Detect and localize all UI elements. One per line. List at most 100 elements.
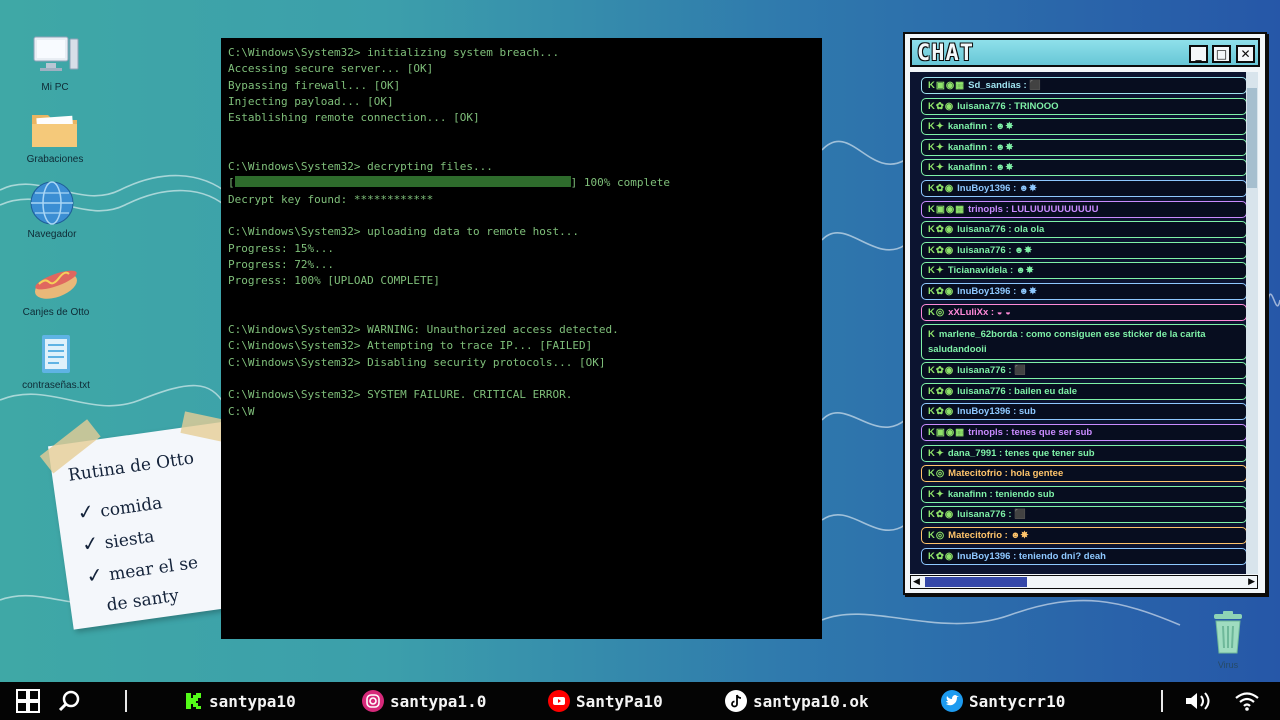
note-item: ✓ comida [75, 493, 164, 525]
chat-username: InuBoy1396 [957, 550, 1011, 562]
chat-message: K◎ Matecitofrio : hola gentee [921, 465, 1247, 483]
desktop-icon-virus[interactable]: Virus [1204, 610, 1252, 670]
chat-message: K▣◉▦ trinopls : LULUUUUUUUUUU [921, 200, 1247, 218]
chat-text: : ☻✸ [1002, 530, 1029, 541]
social-instagram[interactable]: santypa1.0 [362, 682, 486, 720]
desktop-icon-canjes-de-otto[interactable]: Canjes de Otto [11, 258, 101, 318]
chat-username: kanafinn [947, 488, 987, 500]
chat-badges: K✿◉ [928, 286, 955, 297]
search-button[interactable] [58, 682, 82, 720]
chat-text: : ☻✸ [986, 121, 1014, 133]
chat-username: InuBoy1396 [957, 183, 1011, 194]
terminal-window[interactable]: C:\Windows\System32> initializing system… [221, 38, 822, 639]
chat-message: K✿◉ luisana776 : bailen eu dale [921, 382, 1247, 400]
desktop-icon-grabaciones[interactable]: Grabaciones [10, 105, 100, 165]
chat-text: : ◒ ◒ [988, 306, 1011, 318]
social-tiktok[interactable]: santypa10.ok [725, 682, 869, 720]
trash-label: Virus [1217, 660, 1239, 670]
chat-username: luisana776 [957, 365, 1006, 377]
chat-badges: K✿◉ [928, 365, 955, 377]
chat-text: : ☻✸ [1005, 244, 1033, 256]
terminal-line: C:\W [228, 404, 255, 418]
start-button[interactable] [16, 682, 40, 720]
terminal-line: C:\Windows\System32> SYSTEM FAILURE. CRI… [228, 388, 573, 402]
checkmark-icon: ✓ [80, 530, 101, 557]
chat-badges: K✿◉ [928, 100, 955, 112]
desktop-icon-contrasenas[interactable]: contraseñas.txt [11, 331, 101, 391]
scroll-thumb[interactable] [925, 577, 1027, 587]
desktop-icon-label: contraseñas.txt [22, 380, 90, 391]
chat-text: : bailen eu dale [1005, 385, 1077, 397]
horizontal-scrollbar[interactable]: ◀ ▶ [910, 575, 1258, 589]
social-twitter[interactable]: Santycrr10 [941, 682, 1065, 720]
chat-username: Ticianavidela [947, 265, 1008, 277]
wifi-button[interactable] [1234, 682, 1260, 720]
kick-icon [186, 693, 201, 709]
chat-badges: K✦ [928, 265, 945, 277]
scroll-left-icon[interactable]: ◀ [913, 576, 920, 588]
chat-badges: K✿◉ [928, 244, 955, 256]
chat-message: K✿◉ luisana776 : ola ola [921, 221, 1247, 239]
chat-badges: K✿◉ [928, 509, 955, 521]
instagram-icon [362, 690, 384, 712]
chat-message: K✿◉ InuBoy1396 : sub [921, 403, 1247, 421]
chat-text: : ☻✸ [1010, 183, 1037, 194]
chat-message-list[interactable]: K✿◉ InuBoy1396 : teniendo dni? deah K◎ Mate… [910, 72, 1258, 574]
chat-message: K✿◉ InuBoy1396 : teniendo dni? deah [921, 547, 1247, 565]
chat-message: K✦ kanafinn : teniendo sub [921, 485, 1247, 503]
scroll-thumb[interactable] [1247, 88, 1257, 188]
chat-text: : TRINOOO [1005, 100, 1059, 112]
chat-message: K✦ kanafinn : ☻✸ [921, 138, 1247, 156]
terminal-line: C:\Windows\System32> initializing system… [228, 46, 560, 59]
minimize-button[interactable]: _ [1189, 45, 1208, 63]
chat-text: : teniendo dni? deah [1010, 550, 1106, 562]
terminal-line: C:\Windows\System32> decrypting files... [228, 160, 493, 174]
chat-badges: K▣◉▦ [928, 203, 966, 215]
chat-username: luisana776 [957, 224, 1006, 236]
chat-text: : sub [1010, 406, 1036, 418]
vertical-scrollbar[interactable] [1246, 72, 1258, 574]
chat-titlebar[interactable]: CHAT _ □ ✕ [910, 38, 1260, 67]
desktop-icon-navegador[interactable]: Navegador [7, 180, 97, 240]
close-button[interactable]: ✕ [1236, 45, 1255, 63]
chat-badges: K▣◉▦ [928, 80, 966, 91]
chat-badges: K✿◉ [928, 550, 955, 562]
chat-title: CHAT [917, 41, 974, 66]
maximize-button[interactable]: □ [1212, 45, 1231, 63]
chat-badges: K✦ [928, 447, 945, 459]
chat-message: K✿◉ InuBoy1396 : ☻✸ [921, 283, 1247, 300]
terminal-line: Injecting payload... [OK] [228, 94, 394, 108]
note-item: ✓ siesta [80, 526, 156, 557]
chat-message: K◎ xXLuliXx : ◒ ◒ [921, 303, 1247, 321]
social-kick[interactable]: santypa10 [185, 682, 296, 720]
terminal-line: Progress: 72%... [228, 257, 334, 271]
chat-badges: K✿◉ [928, 224, 955, 236]
chat-badges: K✿◉ [928, 183, 955, 194]
wifi-icon [1235, 692, 1259, 711]
chat-window[interactable]: CHAT _ □ ✕ K✿◉ InuBoy1396 : teniendo dni?… [903, 32, 1267, 595]
chat-badges: K▣◉▦ [928, 427, 966, 438]
terminal-line: Accessing secure server... [OK] [228, 62, 434, 76]
terminal-line: C:\Windows\System32> Disabling security … [228, 355, 606, 369]
chat-text: : ☻✸ [1010, 286, 1037, 297]
windows-icon [16, 689, 40, 713]
desktop-icon-label: Navegador [27, 229, 77, 240]
social-youtube[interactable]: SantyPa10 [548, 682, 663, 720]
chat-message: K✦ kanafinn : ☻✸ [921, 159, 1247, 177]
desktop-icon-label: Canjes de Otto [22, 307, 90, 318]
taskbar: santypa10 santypa1.0 SantyPa10 santypa10… [0, 682, 1280, 720]
chat-username: dana_7991 [947, 447, 997, 459]
desktop-icon-mi-pc[interactable]: Mi PC [10, 33, 100, 93]
chat-username: trinopls [968, 203, 1003, 215]
scroll-right-icon[interactable]: ▶ [1248, 576, 1255, 588]
chat-badges: K✦ [928, 121, 945, 133]
chat-username: Matecitofrio [948, 468, 1002, 480]
chat-username: Matecitofrio [948, 530, 1002, 541]
volume-button[interactable] [1184, 682, 1212, 720]
chat-username: luisana776 [957, 385, 1006, 397]
